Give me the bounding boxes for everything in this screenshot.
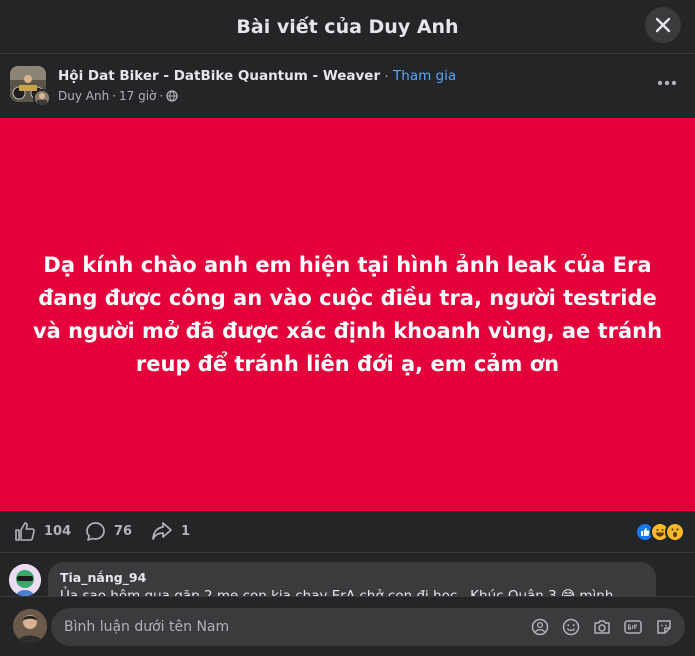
comment-composer: Bình luận dưới tên Nam [0,596,695,656]
like-button[interactable]: 104 [14,521,71,541]
comment-item: Tia_nắng_94 Ủa sao hôm qua gặp 2 mẹ con … [0,560,695,596]
separator-dot: · [384,68,389,84]
avatar-sticker-icon [531,618,549,636]
share-button[interactable]: 1 [151,521,190,541]
comment-input[interactable]: Bình luận dưới tên Nam [51,608,685,646]
author-name-link[interactable]: Duy Anh [58,89,109,103]
comment-button[interactable]: 76 [85,521,132,542]
group-name-link[interactable]: Hội Dat Biker - DatBike Quantum - Weaver [58,68,380,84]
globe-icon [166,90,178,102]
dialog-header: Bài viết của Duy Anh [0,0,695,54]
wow-reaction-icon [665,522,685,542]
join-group-link[interactable]: Tham gia [393,68,456,84]
comment-bubble-icon [86,522,105,541]
emoji-icon [562,618,580,636]
comment-author-link[interactable]: Tia_nắng_94 [60,570,644,585]
close-button[interactable] [645,7,681,43]
more-horizontal-icon [657,80,677,86]
more-options-button[interactable] [653,69,681,97]
separator-dot: · [159,89,164,103]
like-count: 104 [44,523,72,539]
comment-text: Ủa sao hôm qua gặp 2 mẹ con kia chạy ErA… [60,588,614,596]
post-image-text: Dạ kính chào anh em hiện tại hình ảnh le… [32,252,663,376]
comment-bubble: Tia_nắng_94 Ủa sao hôm qua gặp 2 mẹ con … [48,562,656,596]
camera-button[interactable] [593,618,611,636]
share-arrow-icon [152,522,172,540]
commenter-avatar[interactable] [9,564,41,596]
gif-icon [624,620,642,634]
author-avatar[interactable] [33,89,51,107]
reaction-summary[interactable] [635,522,685,542]
emoji-button[interactable] [562,618,580,636]
share-count: 1 [181,523,191,539]
post-header: Hội Dat Biker - DatBike Quantum - Weaver… [0,55,695,118]
camera-icon [594,620,610,634]
sticker-icon [657,620,671,634]
thumbs-up-icon [15,522,35,541]
post-image[interactable]: Dạ kính chào anh em hiện tại hình ảnh le… [0,118,695,511]
action-bar: 104 76 1 [0,511,695,553]
avatar-sticker-button[interactable] [531,618,549,636]
close-icon [655,17,671,33]
comment-input-placeholder: Bình luận dưới tên Nam [64,619,230,635]
sticker-button[interactable] [655,618,673,636]
comment-count: 76 [114,524,133,539]
current-user-avatar[interactable] [13,609,47,643]
dialog-title: Bài viết của Duy Anh [236,15,459,38]
separator-dot: · [112,89,117,103]
post-time-link[interactable]: 17 giờ [119,89,156,103]
gif-button[interactable] [624,618,642,636]
